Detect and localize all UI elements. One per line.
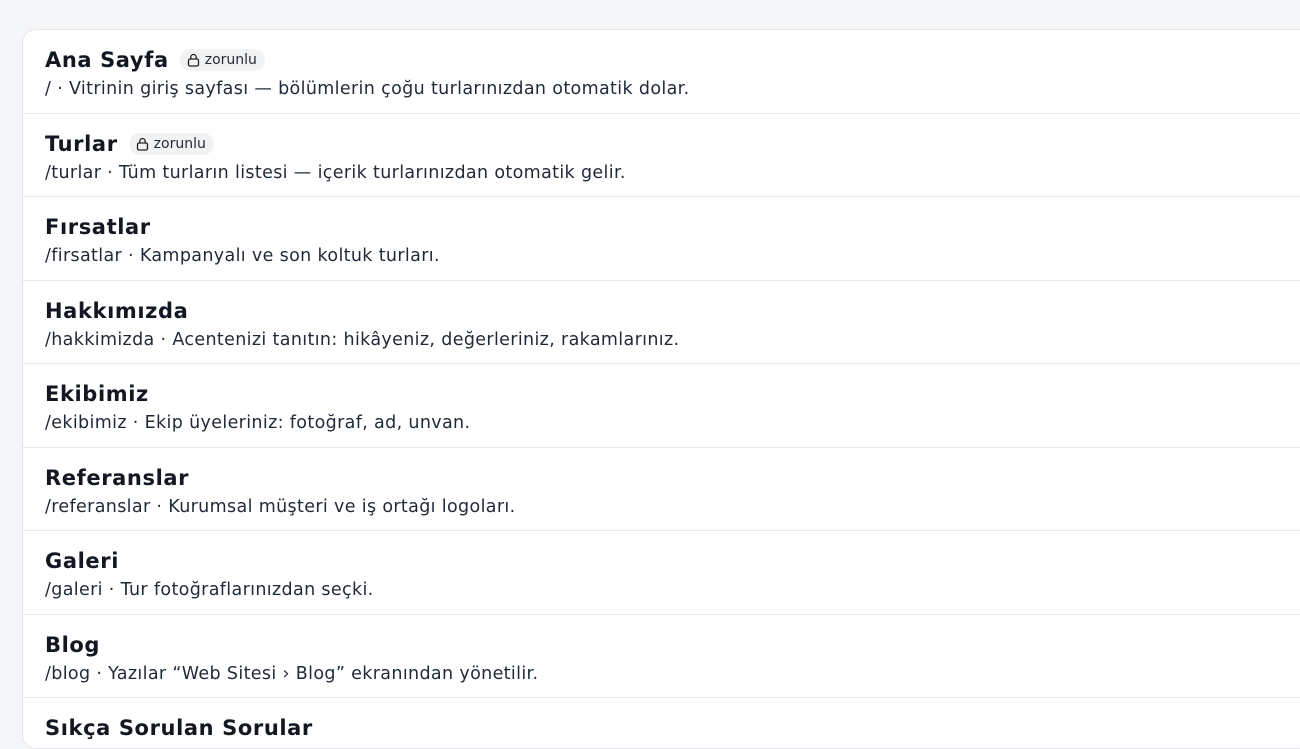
page-title: Galeri (45, 549, 120, 573)
page-row-blog[interactable]: Blog /blog · Yazılar “Web Sitesi › Blog”… (23, 615, 1300, 698)
required-badge-label: zorunlu (153, 135, 206, 152)
lock-icon (136, 137, 148, 151)
page-row-hakkimizda[interactable]: Hakkımızda /hakkimizda · Acentenizi tanı… (23, 281, 1300, 364)
page-description: /blog · Yazılar “Web Sitesi › Blog” ekra… (45, 663, 539, 684)
page-row-sss[interactable]: Sıkça Sorulan Sorular (23, 698, 1300, 748)
page-description: /ekibimiz · Ekip üyeleriniz: fotoğraf, a… (45, 413, 471, 433)
lock-icon (187, 53, 199, 67)
page-title: Sıkça Sorulan Sorular (45, 716, 313, 740)
page-title: Blog (45, 632, 101, 657)
page-title: Ana Sayfa (45, 48, 169, 72)
page-description: /firsatlar · Kampanyalı ve son koltuk tu… (45, 246, 440, 266)
page-description: / · Vitrinin giriş sayfası — bölümlerin … (45, 79, 690, 99)
page-title: Turlar (45, 131, 118, 156)
required-badge: zorunlu (179, 49, 265, 71)
page-title: Referanslar (45, 465, 190, 490)
page-row-referanslar[interactable]: Referanslar /referanslar · Kurumsal müşt… (23, 448, 1300, 531)
page-description: /turlar · Tüm turların listesi — içerik … (45, 162, 626, 183)
page-row-ekibimiz[interactable]: Ekibimiz /ekibimiz · Ekip üyeleriniz: fo… (23, 364, 1300, 448)
page-row-galeri[interactable]: Galeri /galeri · Tur fotoğraflarınızdan … (23, 531, 1300, 615)
page-row-turlar[interactable]: Turlar zorunlu /turlar · Tüm turların li… (23, 114, 1300, 197)
pages-list: Ana Sayfa zorunlu / · Vitrinin giriş say… (22, 29, 1300, 749)
required-badge-label: zorunlu (204, 52, 257, 68)
page-title: Fırsatlar (45, 215, 151, 239)
page-description: /hakkimizda · Acentenizi tanıtın: hikâye… (45, 329, 680, 350)
page-row-firsatlar[interactable]: Fırsatlar /firsatlar · Kampanyalı ve son… (23, 197, 1300, 281)
page-description: /galeri · Tur fotoğraflarınızdan seçki. (45, 580, 374, 600)
required-badge: zorunlu (128, 132, 214, 155)
page-title: Hakkımızda (45, 298, 189, 323)
page-description: /referanslar · Kurumsal müşteri ve iş or… (45, 496, 516, 517)
page-row-ana-sayfa[interactable]: Ana Sayfa zorunlu / · Vitrinin giriş say… (23, 30, 1300, 114)
page-title: Ekibimiz (45, 382, 149, 406)
